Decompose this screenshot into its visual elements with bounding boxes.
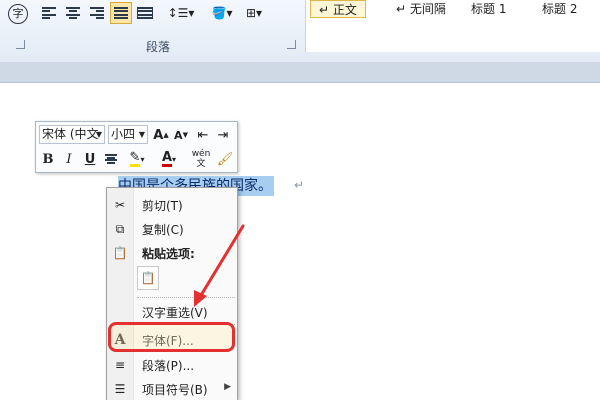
font-name-value: 宋体 (中文 <box>42 127 99 141</box>
style-heading-1[interactable]: 标题 1 <box>471 0 506 18</box>
align-center-icon <box>105 154 117 164</box>
align-right-icon <box>90 7 104 19</box>
borders-button[interactable]: ⊞▾ <box>240 2 268 24</box>
paragraph-icon: ≡ <box>114 358 126 372</box>
distributed-icon <box>137 7 153 19</box>
paste-options-label: 粘贴选项: <box>142 247 195 261</box>
align-center-icon <box>66 7 80 19</box>
menu-item-reconvert-label: 汉字重选(V) <box>142 306 208 320</box>
styles-gallery: ↵ 正文 ↵ 无间隔 标题 1 标题 2 <box>305 0 600 52</box>
highlight-button[interactable]: ✎ ▾ <box>124 149 150 169</box>
bullet-list-icon: ☰ <box>114 382 126 396</box>
style-normal[interactable]: ↵ 正文 <box>310 0 366 18</box>
italic-button[interactable]: I <box>60 149 78 169</box>
decrease-indent-button[interactable]: ⇤ <box>194 125 212 145</box>
menu-item-reconvert[interactable]: 汉字重选(V) <box>107 301 237 323</box>
align-left-icon <box>42 7 56 19</box>
grow-font-button[interactable]: A ▲ <box>152 125 170 145</box>
phonetic-guide-button[interactable]: wén 文 <box>190 147 212 171</box>
justify-button[interactable] <box>110 2 132 24</box>
style-no-spacing[interactable]: ↵ 无间隔 <box>396 0 446 18</box>
copy-icon: ⧉ <box>115 221 125 236</box>
line-spacing-icon: ↕☰▾ <box>167 6 195 20</box>
distributed-button[interactable] <box>134 2 156 24</box>
menu-item-paragraph-label: 段落(P)... <box>142 359 195 373</box>
increase-indent-icon: ⇥ <box>217 127 229 143</box>
menu-item-paragraph[interactable]: ≡ 段落(P)... <box>107 354 237 376</box>
shading-button[interactable]: 🪣▾ <box>208 2 236 24</box>
menu-item-bullets-label: 项目符号(B) <box>142 383 208 397</box>
chevron-down-icon: ▼ <box>138 130 145 139</box>
ribbon: 字 ↕☰▾ 🪣▾ ⊞▾ 段落 ↵ 正文 ↵ 无间隔 标题 1 标题 2 <box>0 0 600 63</box>
align-right-button[interactable] <box>86 2 108 24</box>
grow-font-icon: A <box>153 127 164 143</box>
paragraph-group-label: 段落 <box>146 40 171 54</box>
bold-button[interactable]: B <box>39 149 57 169</box>
paste-clipboard-icon: 📋 <box>140 271 156 285</box>
line-spacing-button[interactable]: ↕☰▾ <box>166 2 196 24</box>
decrease-indent-icon: ⇤ <box>197 127 209 143</box>
ribbon-separator <box>0 62 600 83</box>
border-icon: ⊞▾ <box>245 6 263 20</box>
font-color-icon: A <box>161 150 173 167</box>
format-painter-icon: 🖌 <box>216 151 234 167</box>
paragraph-group-launcher-icon[interactable] <box>287 40 296 49</box>
menu-item-bullets[interactable]: ☰ 项目符号(B) ▶ <box>107 378 237 400</box>
font-size-value: 小四 <box>111 127 136 141</box>
center-button[interactable] <box>102 149 120 169</box>
menu-item-cut[interactable]: ✂ 剪切(T) <box>107 194 237 216</box>
paragraph-mark: ↵ <box>294 178 305 192</box>
phonetic-guide-icon: wén 文 <box>191 149 211 169</box>
menu-divider <box>137 297 235 298</box>
shrink-font-button[interactable]: A ▼ <box>172 125 190 145</box>
format-painter-button[interactable]: 🖌 <box>216 149 234 169</box>
mini-toolbar: 宋体 (中文 ▼ 小四 ▼ A ▲ A ▼ ⇤ ⇥ B I U ✎ ▾ A ▾ wén … <box>35 121 238 173</box>
font-size-combo[interactable]: 小四 ▼ <box>108 125 148 144</box>
annotation-highlight-box <box>108 322 235 352</box>
menu-item-copy-label: 复制(C) <box>142 223 184 237</box>
chevron-down-icon: ▼ <box>95 130 102 139</box>
paste-keep-text-button[interactable]: 📋 <box>137 266 159 290</box>
context-menu: ✂ 剪切(T) ⧉ 复制(C) 📋 粘贴选项: 📋 汉字重选(V) A 字体(F… <box>106 187 238 400</box>
increase-indent-button[interactable]: ⇥ <box>214 125 232 145</box>
menu-item-paste-options: 📋 粘贴选项: <box>107 242 237 264</box>
menu-item-copy[interactable]: ⧉ 复制(C) <box>107 218 237 240</box>
clipboard-icon: 📋 <box>112 246 128 260</box>
highlighter-icon: ✎ <box>129 149 141 167</box>
justify-icon <box>114 7 128 19</box>
align-left-button[interactable] <box>38 2 60 24</box>
font-name-combo[interactable]: 宋体 (中文 ▼ <box>39 125 105 144</box>
font-color-button[interactable]: A ▾ <box>156 149 182 169</box>
font-group-launcher-icon[interactable] <box>16 40 25 49</box>
menu-item-cut-label: 剪切(T) <box>142 199 183 213</box>
style-heading-2[interactable]: 标题 2 <box>542 0 577 18</box>
shrink-font-icon: A <box>174 128 183 142</box>
scissors-icon: ✂ <box>114 198 126 212</box>
font-dialog-icon[interactable]: 字 <box>8 4 28 24</box>
paint-bucket-icon: 🪣▾ <box>211 6 233 20</box>
submenu-arrow-icon: ▶ <box>224 382 231 392</box>
underline-button[interactable]: U <box>81 149 99 169</box>
align-center-button[interactable] <box>62 2 84 24</box>
